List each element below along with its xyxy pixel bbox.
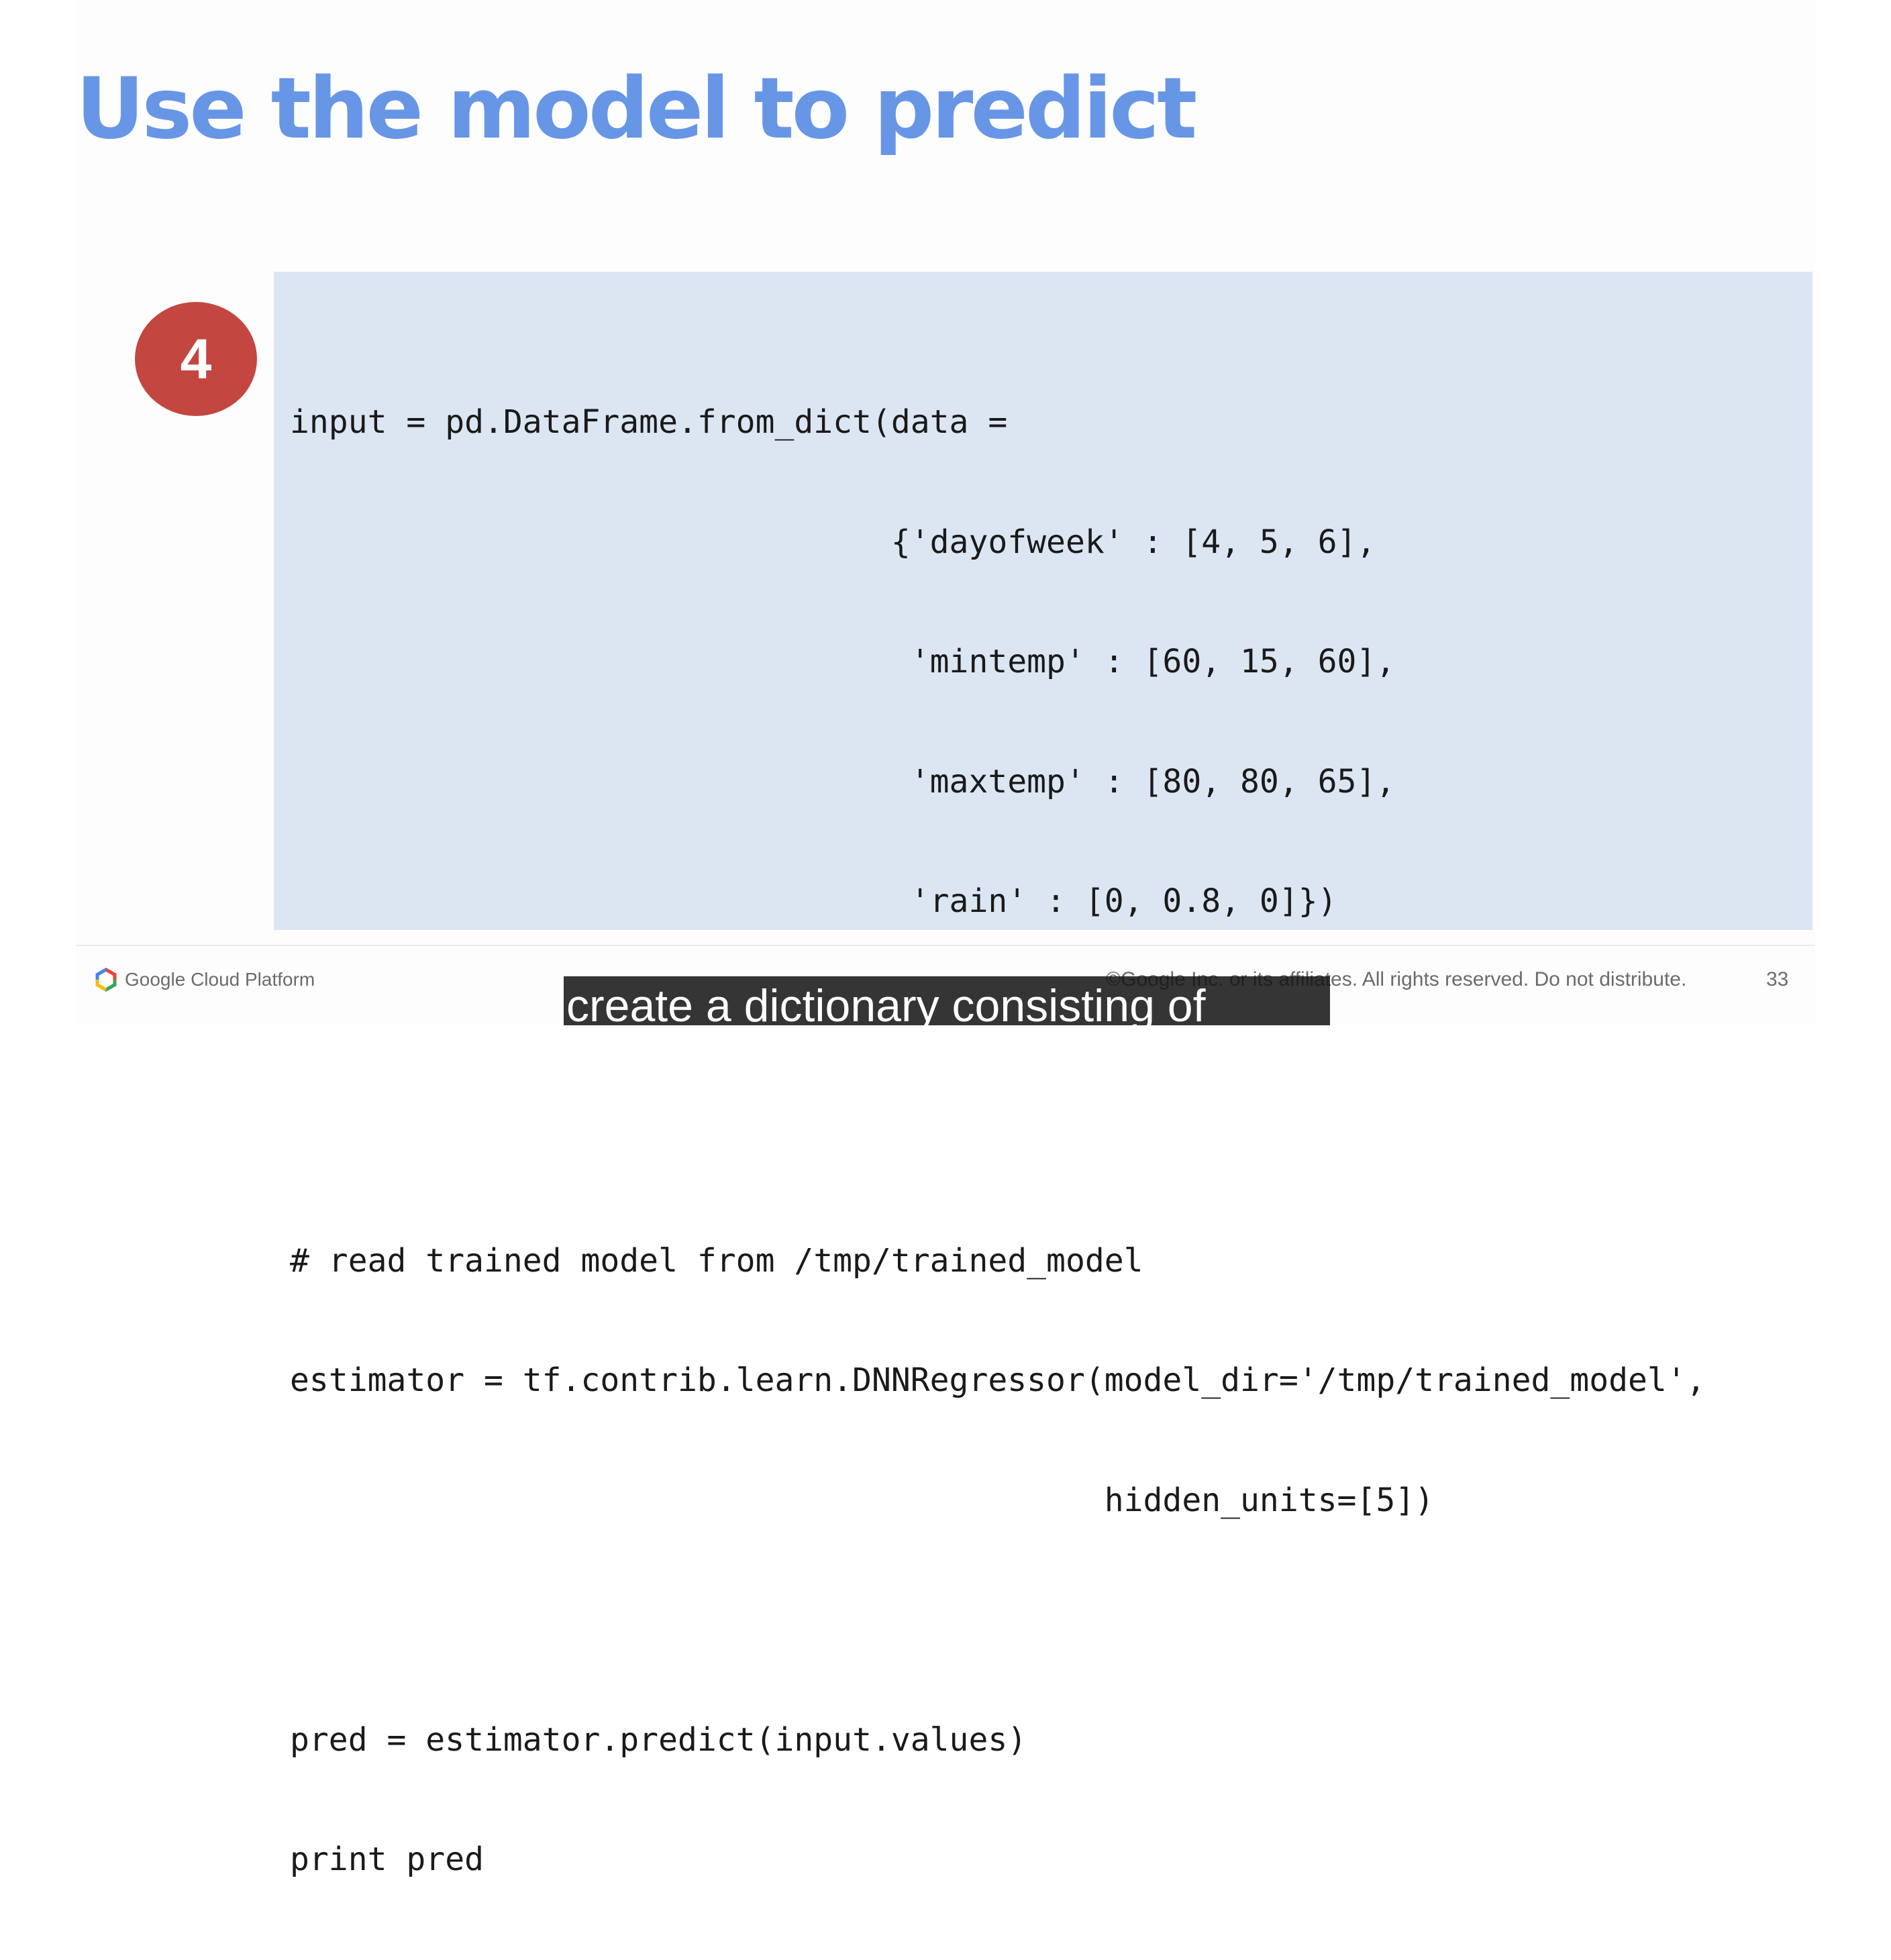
logo-text: Google Cloud Platform xyxy=(125,969,315,990)
code-line: 'mintemp' : [60, 15, 60], xyxy=(290,643,1396,680)
code-line: 'rain' : [0, 0.8, 0]}) xyxy=(290,882,1337,920)
code-line: {'dayofweek' : [4, 5, 6], xyxy=(290,523,1376,561)
code-line: estimator = tf.contrib.learn.DNNRegresso… xyxy=(290,1361,1706,1399)
code-line: pred = estimator.predict(input.values) xyxy=(290,1720,1027,1759)
page-number: 33 xyxy=(1766,968,1789,990)
slide-title: Use the model to predict xyxy=(76,59,1197,158)
google-cloud-hexagon-icon xyxy=(95,968,117,992)
video-caption: create a dictionary consisting of xyxy=(564,976,1330,1025)
code-line: hidden_units=[5]) xyxy=(290,1481,1435,1519)
code-line: # read trained model from /tmp/trained_m… xyxy=(290,1241,1143,1280)
google-cloud-platform-logo: Google Cloud Platform xyxy=(94,966,315,993)
footer-divider xyxy=(76,945,1815,946)
code-text: input = pd.DataFrame.from_dict(data = {'… xyxy=(290,323,1706,1960)
code-line: 'maxtemp' : [80, 80, 65], xyxy=(290,762,1396,801)
step-number-badge: 4 xyxy=(135,302,257,416)
code-line: print pred xyxy=(290,1841,484,1878)
code-block: input = pd.DataFrame.from_dict(data = {'… xyxy=(274,272,1812,1878)
code-line: input = pd.DataFrame.from_dict(data = xyxy=(290,403,1008,441)
